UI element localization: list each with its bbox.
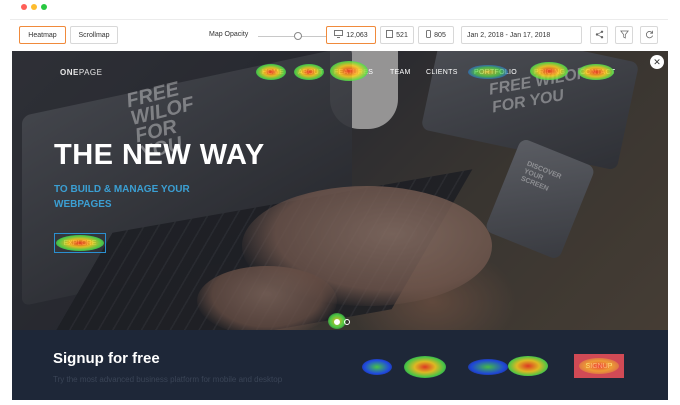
device-desktop-button[interactable]: 12,063 bbox=[326, 26, 376, 44]
pager-dot-1[interactable] bbox=[334, 319, 340, 325]
slider-pager bbox=[334, 319, 350, 325]
hero-subheadline-line2: WEBPAGES bbox=[54, 199, 112, 210]
map-opacity-slider-knob[interactable] bbox=[294, 32, 302, 40]
maximize-window-dot[interactable] bbox=[41, 4, 47, 10]
heatmap-toolbar: Heatmap Scrollmap Map Opacity 12,063 521… bbox=[10, 19, 668, 49]
pager-dot-2[interactable] bbox=[344, 319, 350, 325]
device-tablet-button[interactable]: 521 bbox=[380, 26, 414, 44]
desktop-count: 12,063 bbox=[346, 31, 368, 39]
mobile-icon bbox=[426, 30, 432, 40]
map-opacity-label: Map Opacity bbox=[209, 31, 249, 38]
nav-team[interactable]: TEAM bbox=[390, 69, 411, 76]
site-logo[interactable]: ONEPAGE bbox=[60, 68, 102, 77]
hero-headline: THE NEW WAY bbox=[54, 139, 265, 171]
share-icon bbox=[595, 30, 604, 41]
nav-pricing[interactable]: PRICING bbox=[534, 69, 565, 76]
explore-button[interactable]: EXPLORE bbox=[54, 233, 106, 253]
heat-spot-signup-field-1 bbox=[362, 359, 392, 375]
device-mobile-button[interactable]: 805 bbox=[418, 26, 454, 44]
heat-spot-signup-field-4 bbox=[508, 356, 548, 376]
minimize-window-dot[interactable] bbox=[31, 4, 37, 10]
heat-spot-signup-field-2 bbox=[404, 356, 446, 378]
close-window-dot[interactable] bbox=[21, 4, 27, 10]
mobile-count: 805 bbox=[434, 31, 446, 39]
heat-spot-signup-field-3 bbox=[468, 359, 508, 375]
tablet-icon bbox=[386, 30, 394, 40]
signup-title: Signup for free bbox=[53, 350, 160, 367]
window-controls bbox=[21, 4, 47, 10]
tablet-count: 521 bbox=[396, 31, 408, 39]
tab-scrollmap[interactable]: Scrollmap bbox=[70, 26, 118, 44]
nav-contact[interactable]: CONTACT bbox=[580, 69, 615, 76]
logo-bold: ONE bbox=[60, 68, 79, 77]
logo-rest: PAGE bbox=[78, 68, 103, 77]
nav-home[interactable]: HOME bbox=[262, 69, 284, 76]
close-icon: ✕ bbox=[653, 56, 661, 67]
signup-section: Signup for free Try the most advanced bu… bbox=[12, 330, 668, 400]
nav-features[interactable]: FEATURES bbox=[334, 69, 373, 76]
nav-clients[interactable]: CLIENTS bbox=[426, 69, 458, 76]
desktop-icon bbox=[334, 30, 344, 40]
signup-button[interactable]: SIGNUP bbox=[574, 354, 624, 378]
nav-portfolio[interactable]: PORTFOLIO bbox=[474, 69, 517, 76]
refresh-icon bbox=[645, 30, 654, 41]
page-preview-hero: FREE WILOF FOR YOU FREE WILOF FOR YOU DI… bbox=[12, 51, 668, 330]
date-range-picker[interactable]: Jan 2, 2018 - Jan 17, 2018 bbox=[461, 26, 582, 44]
filter-button[interactable] bbox=[615, 26, 633, 44]
filter-icon bbox=[619, 30, 629, 41]
hero-subheadline-line1: TO BUILD & MANAGE YOUR bbox=[54, 184, 190, 195]
refresh-button[interactable] bbox=[640, 26, 658, 44]
signup-subtitle: Try the most advanced business platform … bbox=[53, 375, 283, 384]
close-overlay-button[interactable]: ✕ bbox=[650, 55, 664, 69]
share-button[interactable] bbox=[590, 26, 608, 44]
nav-about[interactable]: ABOUT bbox=[298, 69, 324, 76]
tab-heatmap[interactable]: Heatmap bbox=[19, 26, 66, 44]
